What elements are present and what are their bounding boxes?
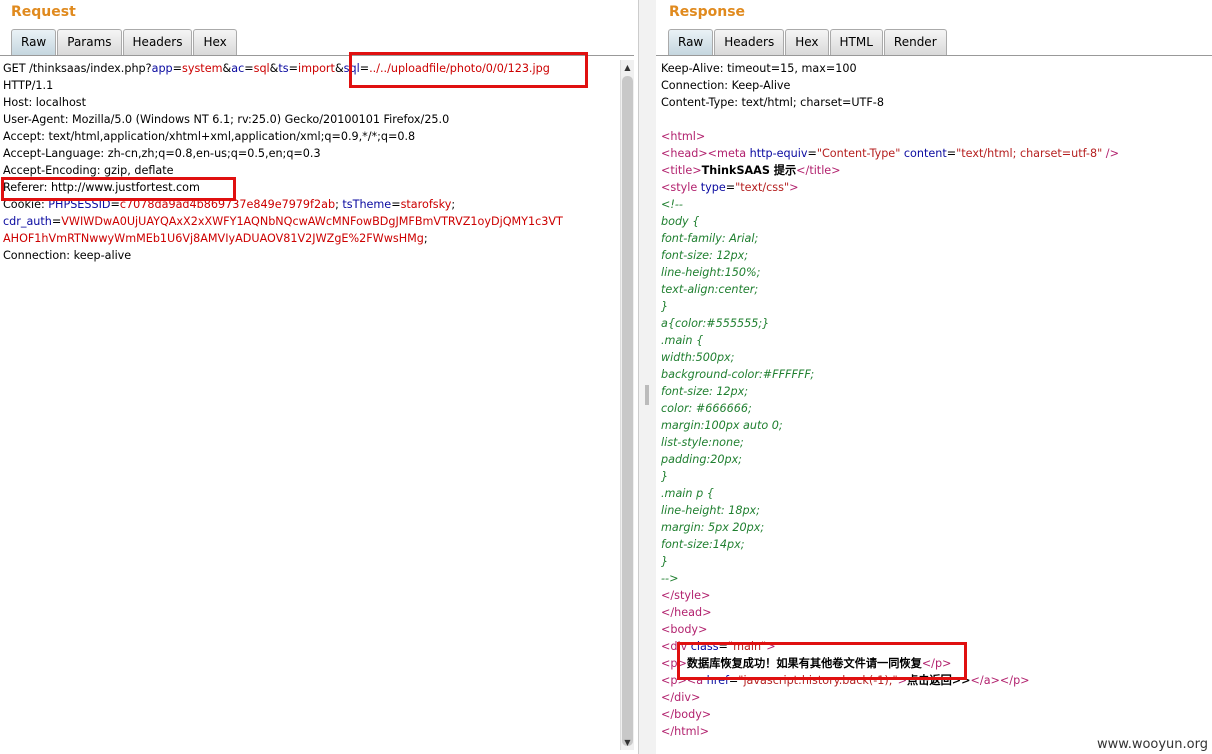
scroll-thumb[interactable] — [622, 76, 633, 746]
tab-hex[interactable]: Hex — [785, 29, 829, 55]
connection-header: Connection: Keep-Alive — [661, 79, 791, 92]
css-line: .main { — [661, 334, 704, 347]
css-line: body { — [661, 215, 700, 228]
css-line: font-size:14px; — [661, 538, 745, 551]
css-line: line-height: 18px; — [661, 504, 760, 517]
css-line: background-color:#FFFFFF; — [661, 368, 815, 381]
response-title: Response — [669, 4, 746, 20]
request-title: Request — [11, 4, 76, 20]
head-close-tag: </head> — [661, 606, 712, 619]
body-close-tag: </body> — [661, 708, 712, 721]
request-tabs: Raw Params Headers Hex — [11, 29, 238, 56]
scroll-down-icon[interactable]: ▼ — [621, 736, 634, 749]
css-line: <!-- — [661, 198, 683, 211]
user-agent-header: User-Agent: Mozilla/5.0 (Windows NT 6.1;… — [3, 113, 450, 126]
css-line: font-size: 12px; — [661, 385, 749, 398]
css-line: color: #666666; — [661, 402, 752, 415]
style-line: <style type="text/css"> — [661, 181, 799, 194]
css-line: } — [661, 300, 669, 313]
css-line: } — [661, 555, 669, 568]
response-tabs: Raw Headers Hex HTML Render — [668, 29, 948, 56]
tab-params[interactable]: Params — [57, 29, 122, 55]
div-close-tag: </div> — [661, 691, 701, 704]
div-line: <div class="main"> — [661, 640, 776, 653]
css-line: font-family: Arial; — [661, 232, 759, 245]
css-line: font-size: 12px; — [661, 249, 749, 262]
accept-language-header: Accept-Language: zh-cn,zh;q=0.8,en-us;q=… — [3, 147, 321, 160]
message-line: <p>数据库恢复成功！如果有其他卷文件请一同恢复</p> — [661, 657, 952, 670]
watermark: www.wooyun.org — [1096, 737, 1208, 752]
title-line: <title>ThinkSAAS 提示</title> — [661, 164, 841, 177]
link-line: <p><a href="javascript:history.back(-1);… — [661, 674, 1030, 687]
request-pane: Request Raw Params Headers Hex GET /thin… — [0, 0, 638, 754]
body-open-tag: <body> — [661, 623, 708, 636]
css-line: a{color:#555555;} — [661, 317, 770, 330]
http-version: HTTP/1.1 — [3, 79, 54, 92]
cookie-header: Cookie: PHPSESSID=c7078da9ad4b869737e849… — [3, 198, 563, 245]
css-line: margin: 5px 20px; — [661, 521, 765, 534]
tab-hex[interactable]: Hex — [193, 29, 237, 55]
css-line: --> — [661, 572, 679, 585]
accept-encoding-header: Accept-Encoding: gzip, deflate — [3, 164, 174, 177]
pane-splitter[interactable] — [638, 0, 658, 754]
tab-html[interactable]: HTML — [829, 29, 883, 55]
connection-header: Connection: keep-alive — [3, 249, 132, 262]
request-scrollbar[interactable]: ▲ ▼ — [620, 60, 634, 750]
referer-header: Referer: http://www.justfortest.com — [3, 181, 200, 194]
keep-alive-header: Keep-Alive: timeout=15, max=100 — [661, 62, 857, 75]
tab-headers[interactable]: Headers — [714, 29, 785, 55]
css-line: line-height:150%; — [661, 266, 761, 279]
tab-raw[interactable]: Raw — [11, 29, 57, 55]
html-open-tag: <html> — [661, 130, 706, 143]
request-line: GET /thinksaas/index.php?app=system&ac=s… — [3, 62, 550, 75]
content-type-header: Content-Type: text/html; charset=UTF-8 — [661, 96, 884, 109]
tab-headers[interactable]: Headers — [122, 29, 193, 55]
css-line: width:500px; — [661, 351, 735, 364]
scroll-up-icon[interactable]: ▲ — [621, 61, 634, 74]
accept-header: Accept: text/html,application/xhtml+xml,… — [3, 130, 416, 143]
tab-render[interactable]: Render — [883, 29, 947, 55]
host-header: Host: localhost — [3, 96, 87, 109]
style-close-tag: </style> — [661, 589, 711, 602]
splitter-grip-icon — [645, 385, 649, 405]
css-line: text-align:center; — [661, 283, 759, 296]
head-line: <head><meta http-equiv="Content-Type" co… — [661, 147, 1119, 160]
css-line: list-style:none; — [661, 436, 744, 449]
tab-divider — [656, 55, 1212, 56]
request-editor[interactable]: GET /thinksaas/index.php?app=system&ac=s… — [3, 60, 563, 264]
response-editor[interactable]: Keep-Alive: timeout=15, max=100 Connecti… — [661, 60, 1119, 740]
tab-divider — [0, 55, 634, 56]
css-line: margin:100px auto 0; — [661, 419, 783, 432]
css-line: .main p { — [661, 487, 714, 500]
css-line: padding:20px; — [661, 453, 742, 466]
tab-raw[interactable]: Raw — [668, 29, 714, 55]
css-line: } — [661, 470, 669, 483]
response-pane: Response Raw Headers Hex HTML Render Kee… — [656, 0, 1212, 754]
html-close-tag: </html> — [661, 725, 710, 738]
